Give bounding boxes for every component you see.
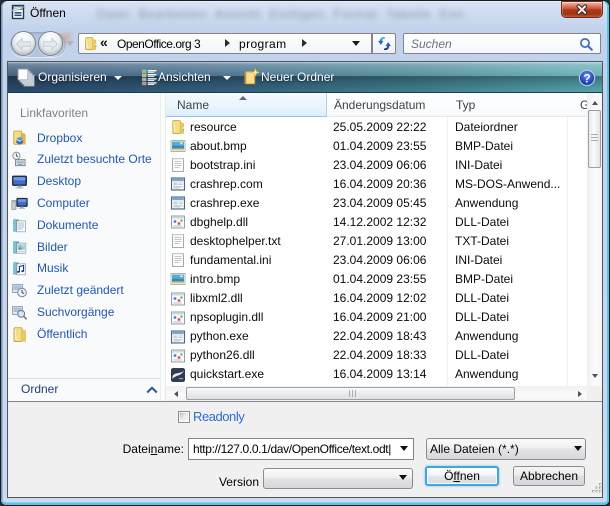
svg-text:?: ? <box>583 71 590 85</box>
